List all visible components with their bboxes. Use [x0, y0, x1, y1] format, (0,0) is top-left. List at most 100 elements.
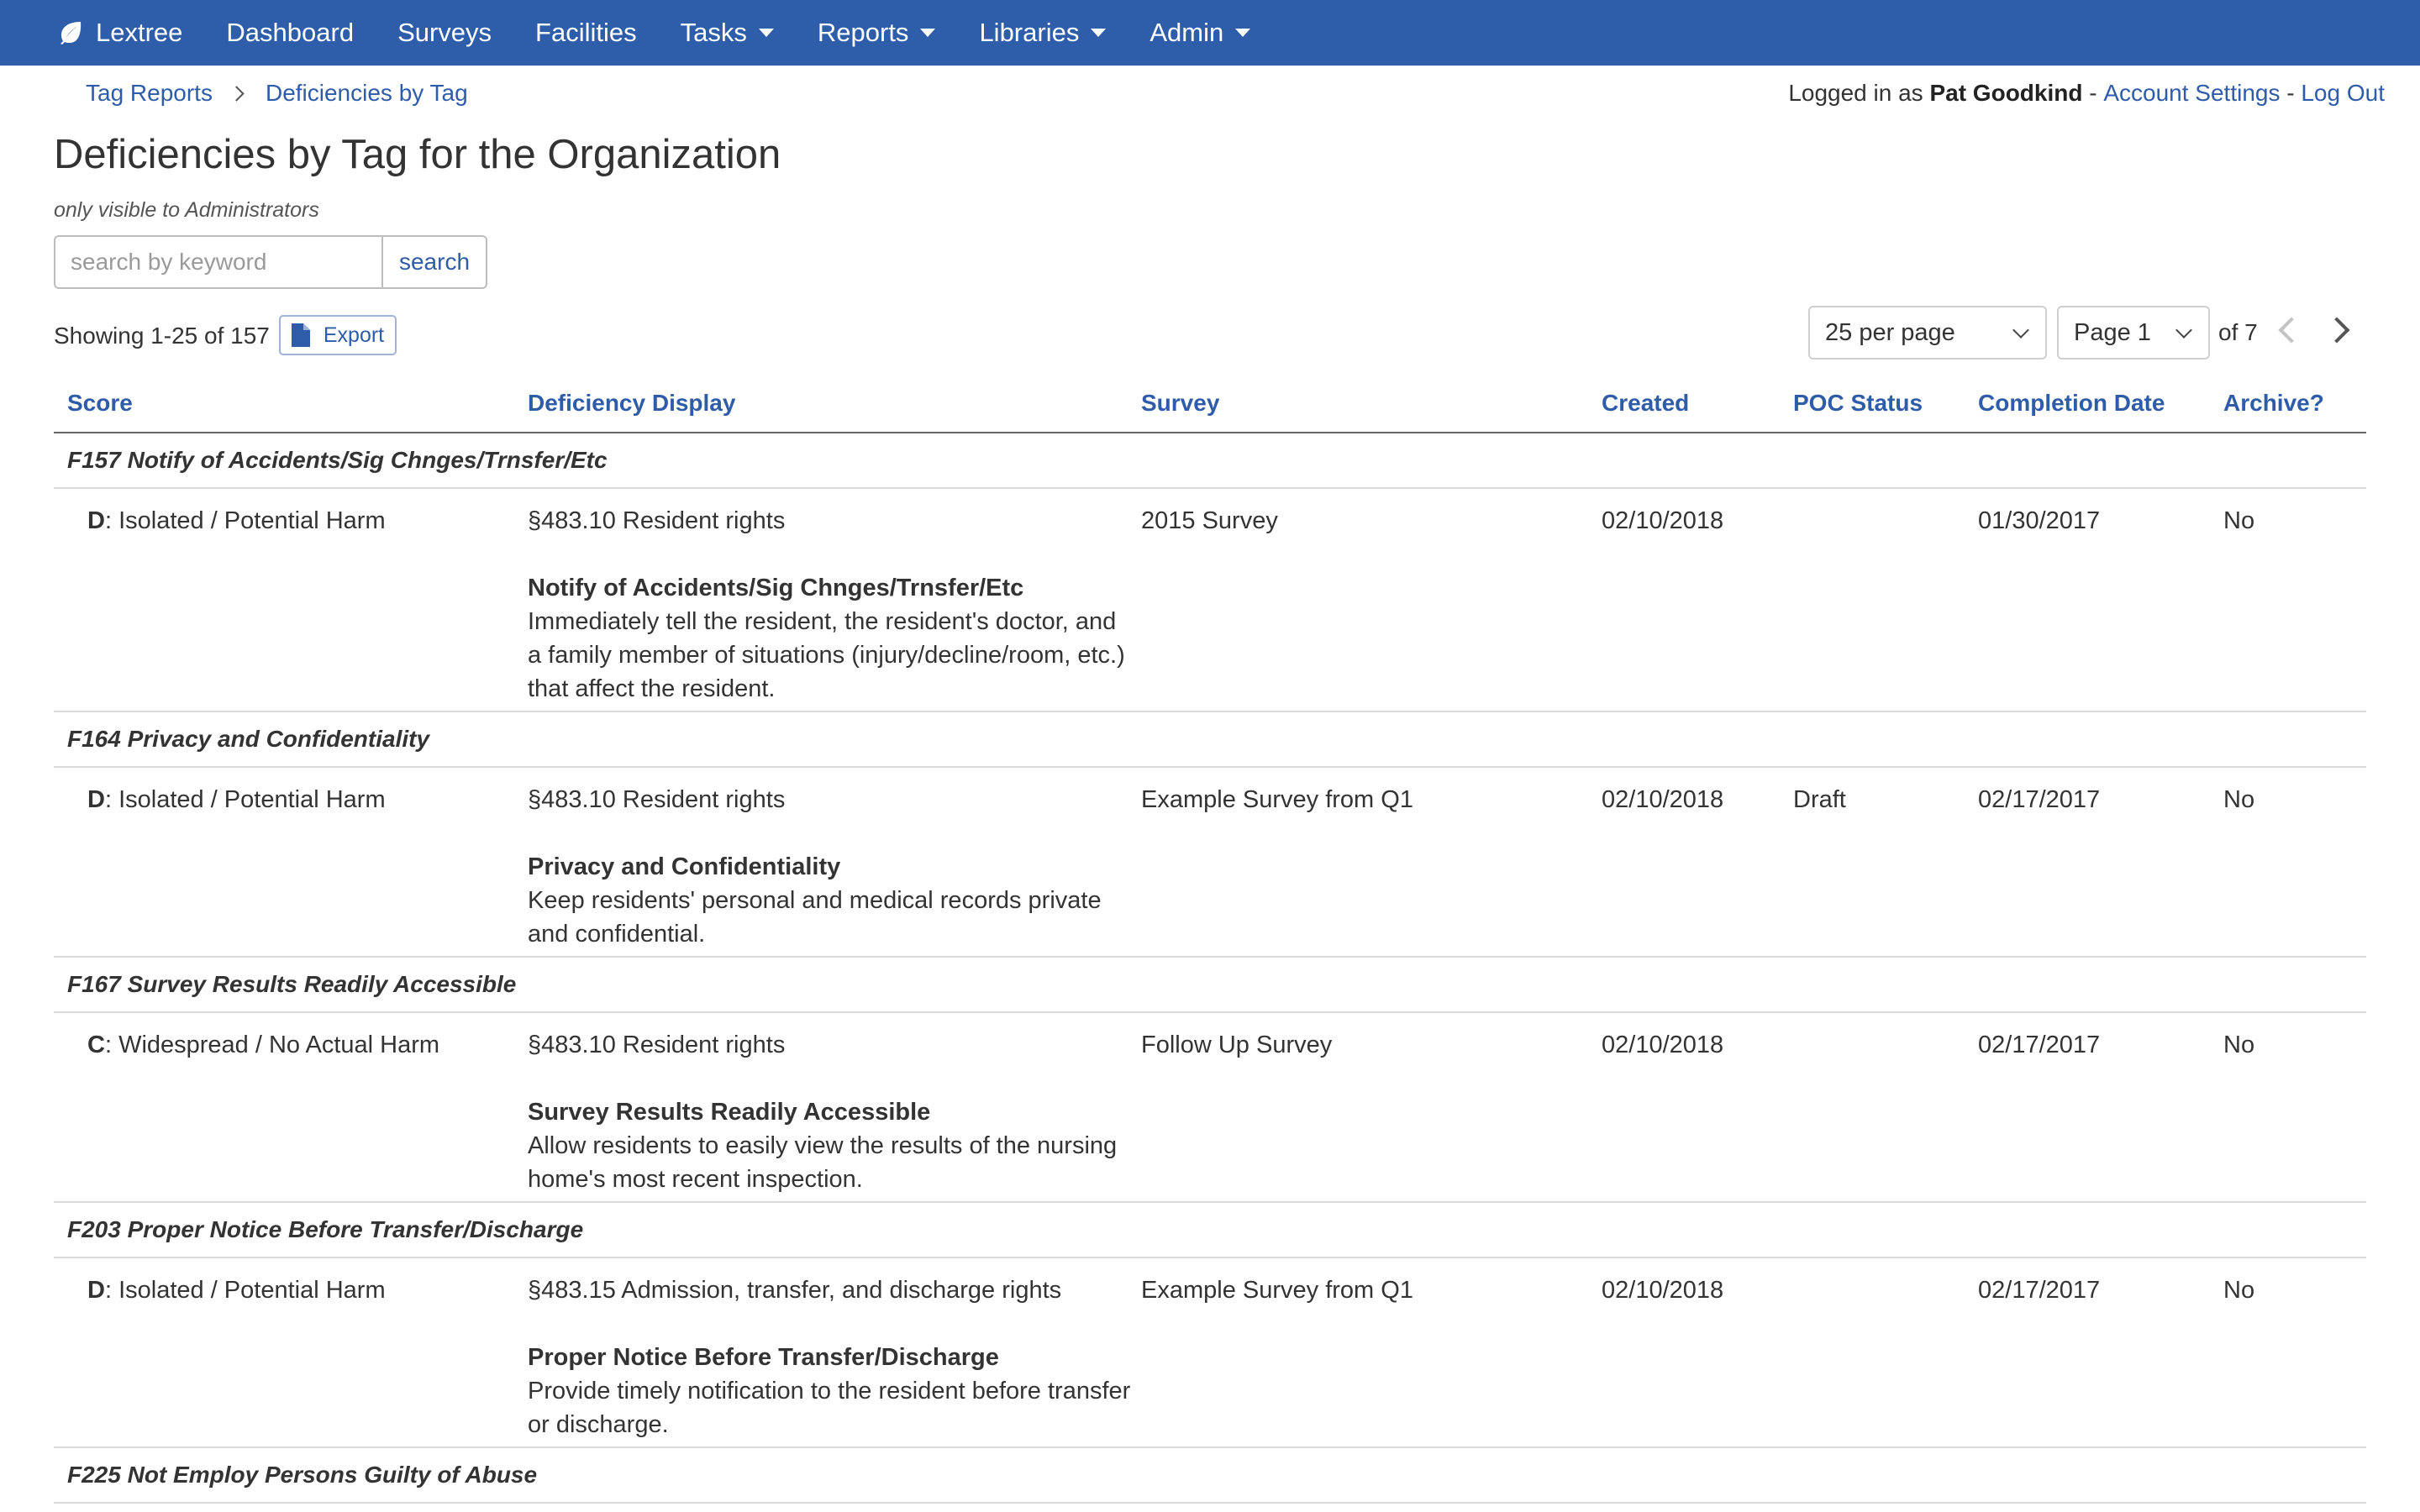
caret-down-icon: [920, 29, 936, 37]
deficiency-cell: §483.10 Resident rights Survey Results R…: [528, 1028, 1133, 1196]
table-row[interactable]: D: Isolated / Potential Harm §483.10 Res…: [54, 489, 2366, 712]
sort-created[interactable]: Created: [1602, 390, 1689, 417]
tag-group-row: F164 Privacy and Confidentiality: [54, 712, 2366, 768]
tag-group-label: F203 Proper Notice Before Transfer/Disch…: [67, 1216, 584, 1242]
nav-facilities-label: Facilities: [535, 18, 637, 47]
breadcrumb-tag-reports[interactable]: Tag Reports: [86, 80, 213, 107]
logged-in-prefix: Logged in as: [1788, 80, 1930, 106]
search-button[interactable]: search: [383, 235, 487, 289]
table-row[interactable]: C: Widespread / No Actual Harm §483.10 R…: [54, 1013, 2366, 1203]
previous-page-icon[interactable]: [2278, 317, 2305, 344]
table-row[interactable]: D: Isolated / Potential Harm §483.15 Adm…: [54, 1258, 2366, 1448]
survey-cell[interactable]: Example Survey from Q1: [1141, 783, 1413, 816]
score-code: D: [87, 507, 105, 534]
sort-deficiency-display[interactable]: Deficiency Display: [528, 390, 735, 417]
created-cell: 02/10/2018: [1602, 786, 1724, 813]
nav-tasks-label: Tasks: [680, 18, 747, 47]
score-cell: C: Widespread / No Actual Harm: [87, 1028, 439, 1062]
caret-down-icon: [1235, 29, 1251, 37]
sort-survey[interactable]: Survey: [1141, 390, 1219, 417]
deficiency-cell: §483.15 Admission, transfer, and dischar…: [528, 1273, 1133, 1441]
file-icon: [291, 323, 310, 347]
completion-date-cell: 02/17/2017: [1978, 786, 2101, 813]
score-text: : Isolated / Potential Harm: [104, 786, 386, 813]
nav-admin-label: Admin: [1150, 18, 1224, 47]
breadcrumb-deficiencies-by-tag[interactable]: Deficiencies by Tag: [266, 80, 468, 107]
score-cell: D: Isolated / Potential Harm: [87, 504, 386, 538]
score-text: : Widespread / No Actual Harm: [104, 1032, 440, 1058]
archive-cell: No: [2223, 1277, 2255, 1304]
poc-status-cell: Draft: [1793, 786, 1846, 813]
chevron-down-icon: [2012, 322, 2029, 339]
score-cell: D: Isolated / Potential Harm: [87, 783, 386, 816]
nav-surveys[interactable]: Surveys: [397, 18, 492, 48]
per-page-value: 25 per page: [1825, 318, 1955, 346]
next-page-icon[interactable]: [2323, 317, 2350, 344]
created-cell: 02/10/2018: [1602, 1032, 1724, 1058]
page-title: Deficiencies by Tag for the Organization: [54, 132, 781, 177]
search-input[interactable]: [54, 235, 383, 289]
sort-score[interactable]: Score: [67, 390, 133, 417]
nav-tasks-dropdown[interactable]: Tasks: [681, 18, 774, 48]
table-row[interactable]: D: Isolated / Potential Harm §483.10 Res…: [54, 768, 2366, 958]
nav-surveys-label: Surveys: [397, 18, 492, 47]
deficiencies-table: Score Deficiency Display Survey Created …: [54, 376, 2366, 1504]
export-label: Export: [323, 323, 385, 347]
survey-cell[interactable]: Follow Up Survey: [1141, 1028, 1332, 1062]
tag-group-row: F167 Survey Results Readily Accessible: [54, 958, 2366, 1013]
survey-cell[interactable]: Example Survey from Q1: [1141, 1273, 1413, 1307]
score-code: D: [87, 1277, 105, 1304]
per-page-select[interactable]: 25 per page: [1808, 306, 2047, 360]
deficiency-title: Notify of Accidents/Sig Chnges/Trnsfer/E…: [528, 575, 1024, 601]
chevron-down-icon: [2175, 322, 2192, 339]
caret-down-icon: [1091, 29, 1107, 37]
top-navbar: Lextree Dashboard Surveys Facilities Tas…: [0, 0, 2420, 66]
sort-archive[interactable]: Archive?: [2223, 390, 2324, 417]
caret-down-icon: [758, 29, 774, 37]
nav-libraries-dropdown[interactable]: Libraries: [979, 18, 1107, 48]
created-cell: 02/10/2018: [1602, 1277, 1724, 1304]
survey-cell[interactable]: 2015 Survey: [1141, 504, 1278, 538]
export-button[interactable]: Export: [279, 315, 397, 355]
score-text: : Isolated / Potential Harm: [104, 507, 386, 534]
tag-group-row: F203 Proper Notice Before Transfer/Disch…: [54, 1203, 2366, 1258]
user-name: Pat Goodkind: [1929, 80, 2083, 106]
results-count: Showing 1-25 of 157: [54, 323, 270, 349]
user-separator: -: [2280, 80, 2302, 106]
sort-completion-date[interactable]: Completion Date: [1978, 390, 2165, 417]
archive-cell: No: [2223, 786, 2255, 813]
nav-libraries-label: Libraries: [979, 18, 1080, 47]
logout-link[interactable]: Log Out: [2301, 80, 2385, 107]
sort-poc-status[interactable]: POC Status: [1793, 390, 1923, 417]
user-bar: Logged in as Pat Goodkind - Account Sett…: [1788, 79, 2385, 108]
deficiency-cell: §483.10 Resident rights Notify of Accide…: [528, 504, 1133, 706]
tag-group-label: F157 Notify of Accidents/Sig Chnges/Trns…: [67, 447, 608, 473]
visibility-note: only visible to Administrators: [54, 198, 319, 222]
nav-reports-dropdown[interactable]: Reports: [818, 18, 936, 48]
nav-admin-dropdown[interactable]: Admin: [1150, 18, 1251, 48]
completion-date-cell: 01/30/2017: [1978, 507, 2101, 534]
archive-cell: No: [2223, 1032, 2255, 1058]
score-cell: D: Isolated / Potential Harm: [87, 1273, 386, 1307]
nav-facilities[interactable]: Facilities: [535, 18, 637, 48]
archive-cell: No: [2223, 507, 2255, 534]
account-settings-link[interactable]: Account Settings: [2103, 80, 2280, 107]
regulation-section: §483.10 Resident rights: [528, 507, 786, 534]
page-select[interactable]: Page 1: [2057, 306, 2210, 360]
nav-dashboard[interactable]: Dashboard: [226, 18, 354, 48]
nav-dashboard-label: Dashboard: [226, 18, 355, 47]
chevron-right-icon: [229, 85, 245, 102]
brand-name: Lextree: [96, 18, 183, 47]
page-value: Page 1: [2074, 318, 2151, 346]
brand-link[interactable]: Lextree: [57, 18, 182, 48]
page-total: of 7: [2218, 319, 2258, 345]
score-code: D: [87, 786, 105, 813]
search-form: search: [54, 235, 487, 289]
score-code: C: [87, 1032, 105, 1058]
deficiency-cell: §483.10 Resident rights Privacy and Conf…: [528, 783, 1133, 951]
deficiency-description: Provide timely notification to the resid…: [528, 1378, 1131, 1438]
deficiency-description: Keep residents' personal and medical rec…: [528, 887, 1102, 948]
deficiency-title: Survey Results Readily Accessible: [528, 1099, 931, 1126]
score-text: : Isolated / Potential Harm: [104, 1277, 386, 1304]
deficiency-description: Immediately tell the resident, the resid…: [528, 608, 1125, 702]
